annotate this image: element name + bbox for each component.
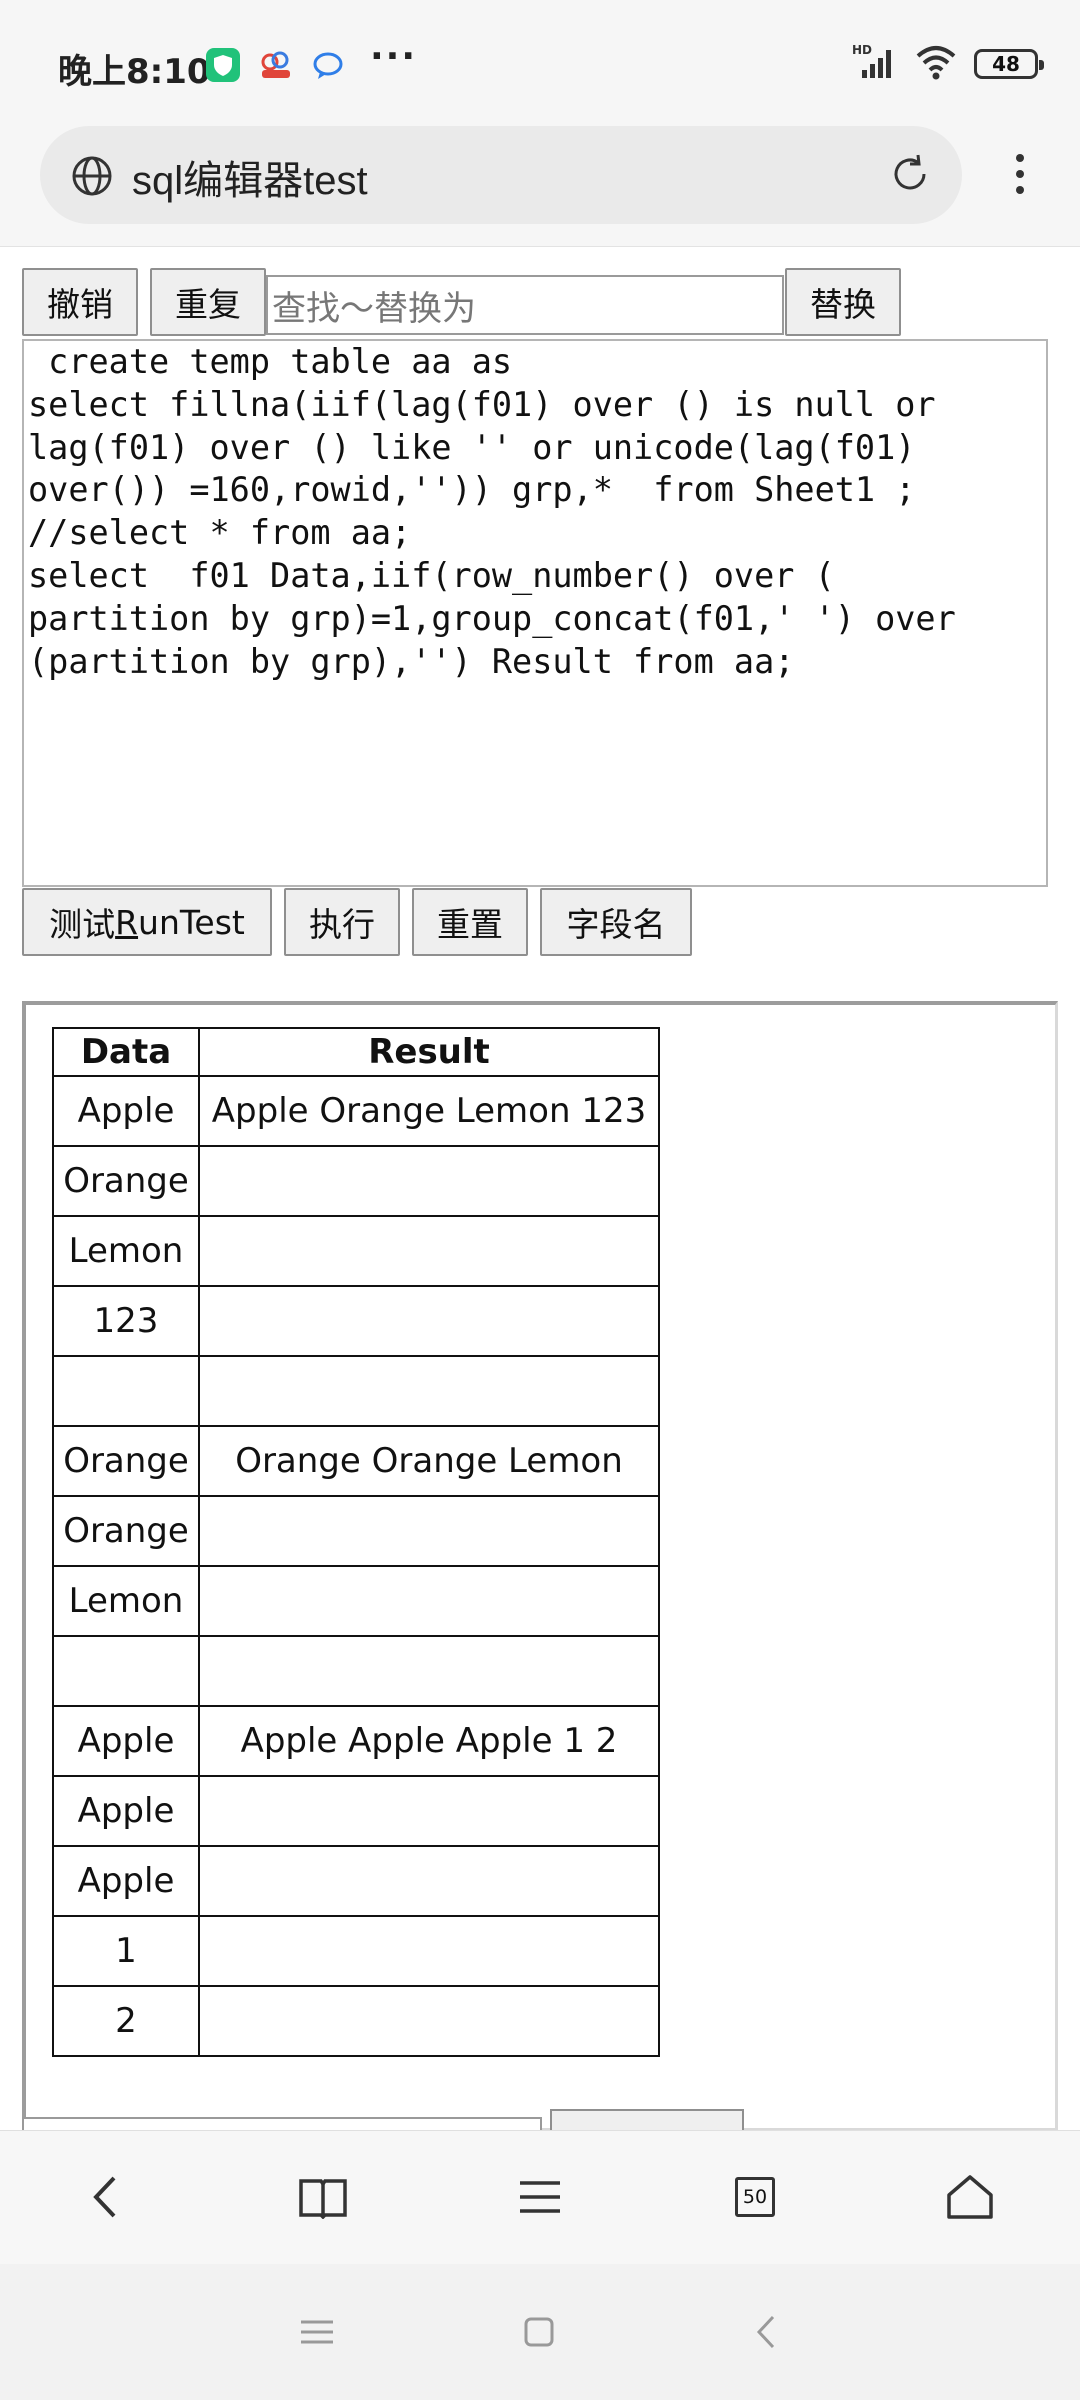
table-row xyxy=(52,1355,660,1427)
result-cell: Orange Orange Lemon xyxy=(198,1425,660,1497)
svg-text:HD: HD xyxy=(852,43,872,57)
table-row: Orange Orange Orange Lemon xyxy=(52,1425,660,1497)
data-cell: Apple xyxy=(52,1775,200,1847)
url-bar[interactable]: sql编辑器test xyxy=(40,126,962,224)
tab-count: 50 xyxy=(735,2177,775,2217)
table-row: Lemon xyxy=(52,1565,660,1637)
table-row: 1 xyxy=(52,1915,660,1987)
field-names-button[interactable]: 字段名 xyxy=(540,888,692,956)
home-button-icon[interactable] xyxy=(509,2304,569,2360)
execute-button[interactable]: 执行 xyxy=(284,888,400,956)
tabs-icon[interactable]: 50 xyxy=(719,2161,791,2233)
table-row xyxy=(52,1635,660,1707)
data-cell: Apple xyxy=(52,1075,200,1147)
table-row: 123 xyxy=(52,1285,660,1357)
app-shield-icon xyxy=(206,48,240,82)
system-back-icon[interactable] xyxy=(736,2304,796,2360)
data-cell: 2 xyxy=(52,1985,200,2057)
column-header: Result xyxy=(198,1027,660,1077)
hd-signal-icon: HD xyxy=(852,42,898,86)
reload-icon[interactable] xyxy=(888,152,932,200)
result-cell: Apple Orange Lemon 123 xyxy=(198,1075,660,1147)
result-cell xyxy=(198,1495,660,1567)
result-table: Data Result Apple Apple Orange Lemon 123 … xyxy=(52,1027,660,2057)
result-cell xyxy=(198,1845,660,1917)
sql-editor[interactable]: create temp table aa as select fillna(ii… xyxy=(22,339,1048,887)
data-cell: 123 xyxy=(52,1285,200,1357)
back-icon[interactable] xyxy=(70,2161,142,2233)
result-cell xyxy=(198,1145,660,1217)
data-cell: Lemon xyxy=(52,1215,200,1287)
data-cell: Orange xyxy=(52,1145,200,1217)
bookmarks-icon[interactable] xyxy=(287,2161,359,2233)
table-row: Orange xyxy=(52,1145,660,1217)
data-cell: Lemon xyxy=(52,1565,200,1637)
result-cell: Apple Apple Apple 1 2 xyxy=(198,1705,660,1777)
replace-button[interactable]: 替换 xyxy=(785,268,901,336)
result-cell xyxy=(198,1565,660,1637)
system-navigation-bar xyxy=(0,2264,1080,2400)
result-cell xyxy=(198,1215,660,1287)
table-row: Lemon xyxy=(52,1215,660,1287)
result-cell xyxy=(198,1915,660,1987)
browser-toolbar: 50 xyxy=(0,2130,1080,2265)
reset-button[interactable]: 重置 xyxy=(412,888,528,956)
chat-bubble-icon xyxy=(310,48,344,82)
status-time: 晚上8:10 xyxy=(58,52,211,92)
data-cell: Apple xyxy=(52,1845,200,1917)
table-row: Apple xyxy=(52,1845,660,1917)
column-header: Data xyxy=(52,1027,200,1077)
page-content: 撤销 重复 查找～替换为 替换 create temp table aa as … xyxy=(0,247,1080,2130)
partially-visible-input[interactable] xyxy=(22,2117,542,2130)
more-notifications-icon: ··· xyxy=(370,36,418,77)
result-cell xyxy=(198,1355,660,1427)
table-row: Apple Apple Orange Lemon 123 xyxy=(52,1075,660,1147)
redo-button[interactable]: 重复 xyxy=(150,268,266,336)
result-cell xyxy=(198,1635,660,1707)
more-menu-icon[interactable] xyxy=(1000,148,1040,208)
data-cell: 1 xyxy=(52,1915,200,1987)
data-cell xyxy=(52,1635,200,1707)
result-cell xyxy=(198,1285,660,1357)
browser-address-area: sql编辑器test xyxy=(0,126,1080,247)
sql-code[interactable]: create temp table aa as select fillna(ii… xyxy=(28,341,1046,683)
partially-visible-button[interactable] xyxy=(550,2109,744,2130)
data-cell: Orange xyxy=(52,1425,200,1497)
undo-button[interactable]: 撤销 xyxy=(22,268,138,336)
data-cell: Apple xyxy=(52,1705,200,1777)
cloud-badge-icon xyxy=(258,48,292,82)
recent-apps-icon[interactable] xyxy=(287,2304,347,2360)
run-test-button[interactable]: 测试 RunTest xyxy=(22,888,272,956)
status-bar: 晚上8:10 ··· HD 48 xyxy=(0,0,1080,126)
table-row: Apple Apple Apple Apple 1 2 xyxy=(52,1705,660,1777)
result-cell xyxy=(198,1985,660,2057)
table-row: 2 xyxy=(52,1985,660,2057)
result-frame: Data Result Apple Apple Orange Lemon 123 … xyxy=(22,1001,1058,2130)
wifi-icon xyxy=(914,44,958,84)
table-row: Apple xyxy=(52,1775,660,1847)
page-title[interactable]: sql编辑器test xyxy=(132,148,368,206)
globe-icon xyxy=(70,154,114,202)
data-cell: Orange xyxy=(52,1495,200,1567)
table-header-row: Data Result xyxy=(52,1027,660,1077)
battery-icon: 48 xyxy=(974,49,1044,79)
table-row: Orange xyxy=(52,1495,660,1567)
home-icon[interactable] xyxy=(934,2161,1006,2233)
find-replace-input[interactable]: 查找～替换为 xyxy=(266,275,784,335)
data-cell xyxy=(52,1355,200,1427)
result-cell xyxy=(198,1775,660,1847)
menu-icon[interactable] xyxy=(504,2161,576,2233)
